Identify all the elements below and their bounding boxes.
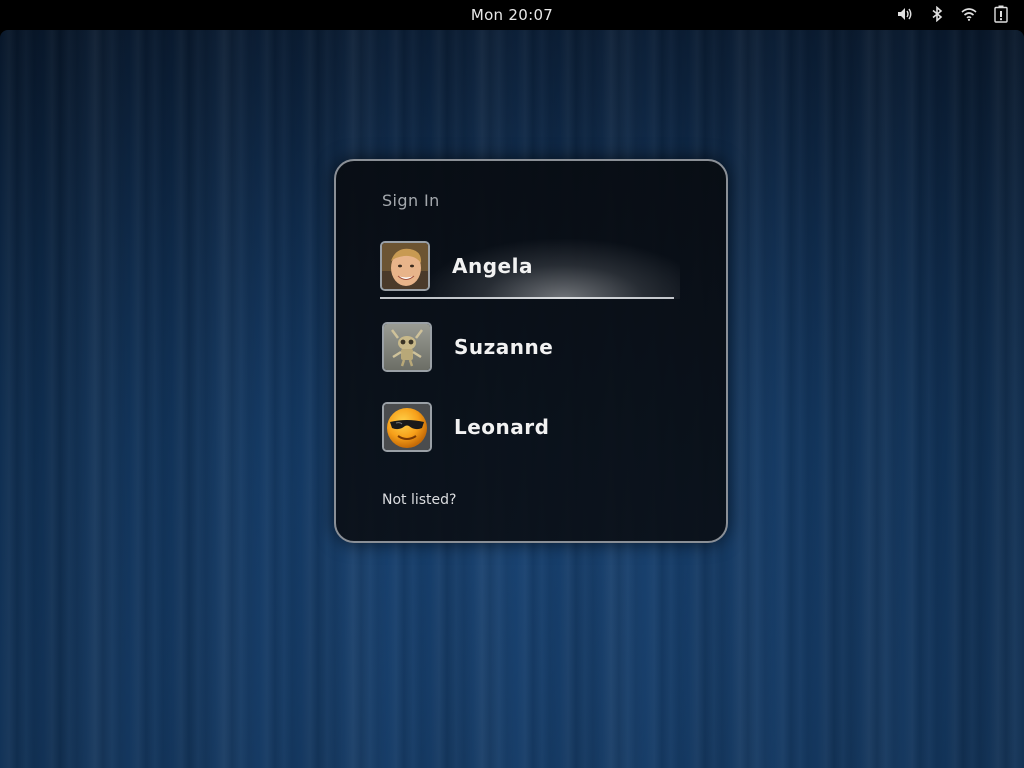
user-item-angela[interactable]: Angela	[380, 239, 680, 299]
system-tray	[896, 5, 1010, 23]
avatar	[382, 322, 432, 372]
user-name: Angela	[452, 254, 533, 278]
user-name: Leonard	[454, 415, 550, 439]
avatar	[382, 402, 432, 452]
user-item-leonard[interactable]: Leonard	[382, 402, 676, 458]
user-item-suzanne[interactable]: Suzanne	[382, 322, 676, 378]
volume-icon[interactable]	[896, 5, 914, 23]
user-name: Suzanne	[454, 335, 554, 359]
clock[interactable]: Mon 20:07	[0, 6, 1024, 24]
avatar	[380, 241, 430, 291]
dialog-title: Sign In	[382, 191, 440, 210]
battery-icon[interactable]	[992, 5, 1010, 23]
bluetooth-icon[interactable]	[928, 5, 946, 23]
wifi-icon[interactable]	[960, 5, 978, 23]
login-dialog: Sign In Angela Suzanne Leonard Not liste…	[334, 159, 728, 543]
top-panel: Mon 20:07	[0, 0, 1024, 30]
not-listed-link[interactable]: Not listed?	[382, 492, 456, 508]
